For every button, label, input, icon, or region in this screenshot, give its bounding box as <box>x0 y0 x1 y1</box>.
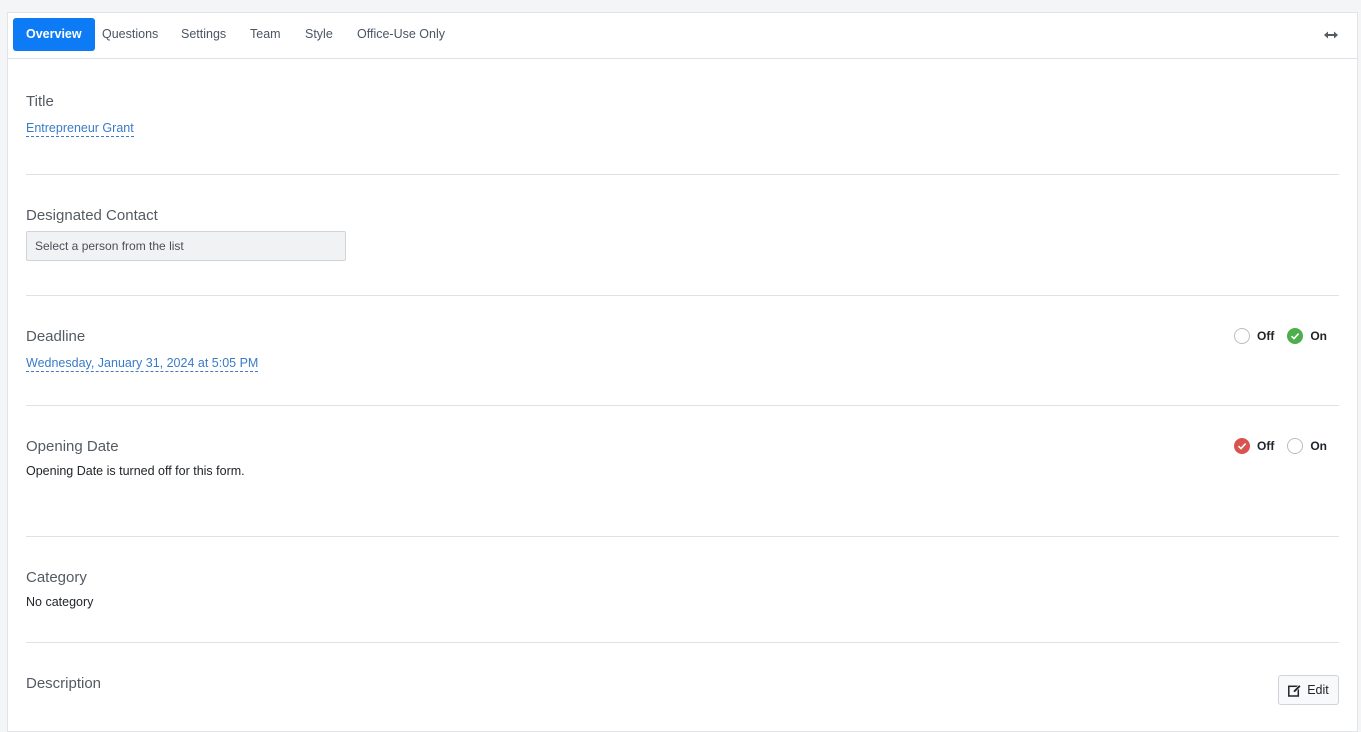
opening-date-on-radio[interactable] <box>1287 438 1304 454</box>
form-overview-card: Overview Questions Settings Team Style O… <box>7 12 1358 732</box>
title-value[interactable]: Entrepreneur Grant <box>26 121 134 137</box>
divider <box>26 405 1339 406</box>
category-value: No category <box>26 595 94 609</box>
tab-style[interactable]: Style <box>305 18 333 51</box>
opening-date-on-label: On <box>1310 439 1327 453</box>
description-section: Description Edit <box>26 675 1339 705</box>
check-icon <box>1291 333 1300 340</box>
divider <box>26 295 1339 296</box>
divider <box>26 642 1339 643</box>
deadline-off-radio[interactable] <box>1234 328 1250 344</box>
deadline-label: Deadline <box>26 328 86 345</box>
category-section: Category No category <box>26 569 1339 609</box>
designated-contact-label: Designated Contact <box>26 207 158 224</box>
opening-date-status: Opening Date is turned off for this form… <box>26 464 245 478</box>
opening-date-toggle: Off On <box>1234 438 1327 454</box>
horizontal-expand-icon[interactable] <box>1323 27 1339 43</box>
category-label: Category <box>26 569 87 586</box>
opening-date-on-option[interactable]: On <box>1287 438 1327 454</box>
divider <box>26 536 1339 537</box>
deadline-on-label: On <box>1310 329 1327 343</box>
check-icon <box>1237 443 1247 450</box>
divider <box>26 174 1339 175</box>
opening-date-off-label: Off <box>1257 439 1275 453</box>
deadline-toggle: Off On <box>1234 328 1327 344</box>
title-label: Title <box>26 93 54 110</box>
edit-icon <box>1288 683 1302 697</box>
tab-office-use-only[interactable]: Office-Use Only <box>357 18 445 51</box>
tab-bar: Overview Questions Settings Team Style O… <box>8 13 1357 59</box>
opening-date-off-option[interactable]: Off <box>1234 438 1274 454</box>
tab-overview[interactable]: Overview <box>13 18 95 51</box>
tab-team[interactable]: Team <box>250 18 281 51</box>
designated-contact-select[interactable]: Select a person from the list <box>26 231 346 261</box>
edit-button-label: Edit <box>1307 683 1329 697</box>
opening-date-label: Opening Date <box>26 438 119 455</box>
deadline-on-option[interactable]: On <box>1287 328 1327 344</box>
title-section: Title Entrepreneur Grant <box>26 93 1339 137</box>
deadline-section: Deadline Wednesday, January 31, 2024 at … <box>26 328 1339 372</box>
deadline-value[interactable]: Wednesday, January 31, 2024 at 5:05 PM <box>26 356 259 372</box>
tab-questions[interactable]: Questions <box>102 18 158 51</box>
opening-date-section: Opening Date Opening Date is turned off … <box>26 438 1339 478</box>
opening-date-off-radio[interactable] <box>1234 438 1250 454</box>
deadline-off-label: Off <box>1257 329 1275 343</box>
deadline-off-option[interactable]: Off <box>1234 328 1274 344</box>
tab-settings[interactable]: Settings <box>181 18 226 51</box>
deadline-on-radio[interactable] <box>1287 328 1304 344</box>
designated-contact-section: Designated Contact Select a person from … <box>26 207 1339 261</box>
edit-description-button[interactable]: Edit <box>1278 675 1339 705</box>
description-label: Description <box>26 675 102 692</box>
